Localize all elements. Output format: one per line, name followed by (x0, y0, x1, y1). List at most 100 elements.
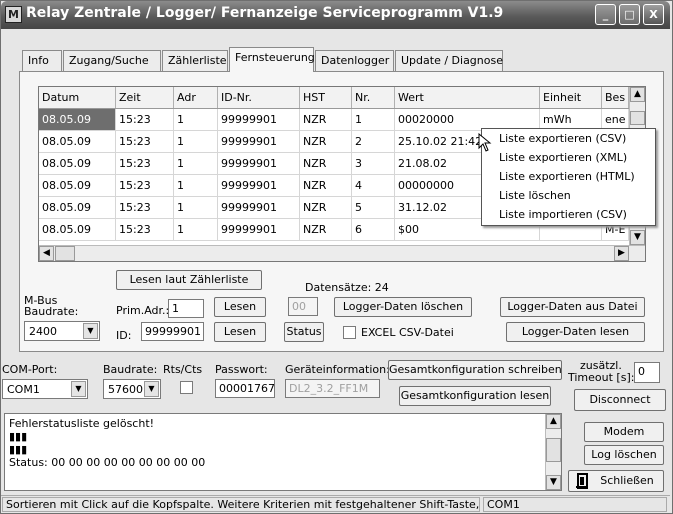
column-header-bes[interactable]: Bes (602, 87, 629, 108)
scroll-right-icon[interactable]: ▶ (614, 246, 629, 261)
minimize-button[interactable]: _ (595, 4, 616, 25)
com-baudrate-label: Baudrate: (103, 363, 158, 376)
gesamtkonfiguration-lesen-button[interactable]: Gesamtkonfiguration lesen (399, 386, 551, 406)
logger-daten-lesen-button[interactable]: Logger-Daten lesen (506, 322, 645, 342)
close-button[interactable]: X (643, 4, 664, 25)
horizontal-scrollbar[interactable]: ◀ ▶ (39, 245, 645, 261)
cell-id-nr: 99999901 (218, 109, 300, 130)
cell-hst: NZR (300, 153, 352, 174)
scroll-left-icon[interactable]: ◀ (39, 246, 54, 261)
disconnect-button[interactable]: Disconnect (574, 389, 666, 411)
lesen-laut-zaehlerliste-button[interactable]: Lesen laut Zählerliste (116, 270, 262, 290)
cell-nr: 4 (352, 175, 395, 196)
timeout-input[interactable]: 0 (634, 362, 660, 383)
app-icon[interactable]: M (5, 6, 22, 23)
menu-item-delete-list[interactable]: Liste löschen (482, 186, 655, 205)
cell-hst: NZR (300, 197, 352, 218)
gesamtkonfiguration-schreiben-button[interactable]: Gesamtkonfiguration schreiben (388, 360, 562, 380)
cell-id-nr: 99999901 (218, 175, 300, 196)
com-port-value: COM1 (7, 383, 40, 396)
chevron-down-icon[interactable]: ▼ (83, 323, 98, 339)
mouse-cursor-icon (478, 133, 492, 152)
context-menu: Liste exportieren (CSV) Liste exportiere… (481, 128, 656, 226)
column-header-id-nr[interactable]: ID-Nr. (218, 87, 300, 108)
status-bar: Sortieren mit Click auf die Kopfspalte. … (1, 495, 670, 512)
status-button[interactable]: Status (284, 322, 324, 342)
door-exit-icon (575, 473, 589, 496)
chevron-down-icon[interactable]: ▼ (71, 381, 86, 397)
chevron-down-icon[interactable]: ▼ (144, 381, 159, 397)
menu-item-export-xml[interactable]: Liste exportieren (XML) (482, 148, 655, 167)
cell-hst: NZR (300, 131, 352, 152)
cell-adr: 1 (174, 131, 218, 152)
com-baudrate-select[interactable]: 57600 ▼ (103, 379, 161, 399)
id-label: ID: (116, 329, 132, 342)
tab-fernsteuerung[interactable]: Fernsteuerung (229, 47, 315, 72)
com-port-select[interactable]: COM1 ▼ (2, 379, 88, 399)
lesen-id-button[interactable]: Lesen (214, 322, 266, 342)
tab-zugang-suche[interactable]: Zugang/Suche (63, 50, 161, 71)
menu-item-import-csv[interactable]: Liste importieren (CSV) (482, 205, 655, 224)
log-text: Fehlerstatusliste gelöscht! ▮▮▮ ▮▮▮ Stat… (9, 417, 206, 469)
tab-update-diagnose[interactable]: Update / Diagnose (395, 50, 503, 71)
scroll-up-icon[interactable]: ▲ (546, 414, 561, 429)
scroll-down-icon[interactable]: ▼ (546, 475, 561, 490)
log-scrollbar[interactable]: ▲ ▼ (545, 414, 561, 490)
cell-id-nr: 99999901 (218, 153, 300, 174)
mbus-baudrate-select[interactable]: 2400 ▼ (24, 321, 100, 341)
cell-nr: 1 (352, 109, 395, 130)
menu-item-export-html[interactable]: Liste exportieren (HTML) (482, 167, 655, 186)
cell-adr: 1 (174, 219, 218, 240)
cell-zeit: 15:23 (116, 109, 174, 130)
modem-button[interactable]: Modem (584, 422, 664, 442)
column-header-einheit[interactable]: Einheit (540, 87, 602, 108)
maximize-button[interactable]: □ (619, 4, 640, 25)
cell-nr: 3 (352, 153, 395, 174)
status-port: COM1 (483, 497, 667, 512)
scroll-up-icon[interactable]: ▲ (630, 87, 645, 102)
tab-zaehlerliste[interactable]: Zählerliste (162, 50, 228, 71)
logger-daten-loeschen-button[interactable]: Logger-Daten löschen (334, 297, 472, 317)
hscroll-thumb[interactable] (55, 246, 75, 261)
column-header-nr[interactable]: Nr. (352, 87, 395, 108)
column-header-zeit[interactable]: Zeit (116, 87, 174, 108)
excel-csv-checkbox[interactable] (343, 326, 356, 339)
cell-einheit: mWh (540, 109, 602, 130)
cell-adr: 1 (174, 153, 218, 174)
cell-wert: 00020000 (395, 109, 540, 130)
log-scroll-thumb[interactable] (546, 438, 561, 462)
tab-datenlogger[interactable]: Datenlogger (315, 50, 394, 71)
cell-id-nr: 99999901 (218, 219, 300, 240)
rts-cts-label: Rts/Cts (163, 363, 203, 376)
geraeteinfo-label: Geräteinformation: (285, 363, 390, 376)
menu-item-export-csv[interactable]: Liste exportieren (CSV) (482, 129, 655, 148)
column-header-wert[interactable]: Wert (395, 87, 540, 108)
cell-hst: NZR (300, 219, 352, 240)
prim-adr-input[interactable]: 1 (168, 299, 204, 318)
lesen-prim-button[interactable]: Lesen (214, 297, 266, 317)
tab-info[interactable]: Info (22, 50, 62, 71)
id-input[interactable]: 99999901 (141, 322, 204, 341)
scroll-down-icon[interactable]: ▼ (630, 230, 645, 245)
cell-zeit: 15:23 (116, 175, 174, 196)
cell-zeit: 15:23 (116, 219, 174, 240)
cell-id-nr: 99999901 (218, 131, 300, 152)
cell-datum: 08.05.09 (39, 219, 116, 240)
cell-adr: 1 (174, 109, 218, 130)
rts-cts-checkbox[interactable] (180, 381, 193, 394)
schliessen-button[interactable]: Schließen (568, 470, 664, 492)
logger-daten-aus-datei-button[interactable]: Logger-Daten aus Datei (500, 297, 645, 317)
cell-nr: 5 (352, 197, 395, 218)
column-header-datum[interactable]: Datum (39, 87, 116, 108)
log-textarea[interactable]: Fehlerstatusliste gelöscht! ▮▮▮ ▮▮▮ Stat… (4, 413, 562, 491)
column-header-hst[interactable]: HST (300, 87, 352, 108)
cell-datum: 08.05.09 (39, 131, 116, 152)
column-header-adr[interactable]: Adr (174, 87, 218, 108)
scroll-thumb[interactable] (630, 111, 645, 125)
cell-hst: NZR (300, 109, 352, 130)
geraeteinfo-field: DL2_3.2_FF1M (285, 379, 380, 398)
window-title: Relay Zentrale / Logger/ Fernanzeige Ser… (26, 5, 504, 21)
log-loeschen-button[interactable]: Log löschen (584, 445, 664, 465)
passwort-input[interactable]: 00001767 (215, 379, 275, 398)
cell-zeit: 15:23 (116, 153, 174, 174)
